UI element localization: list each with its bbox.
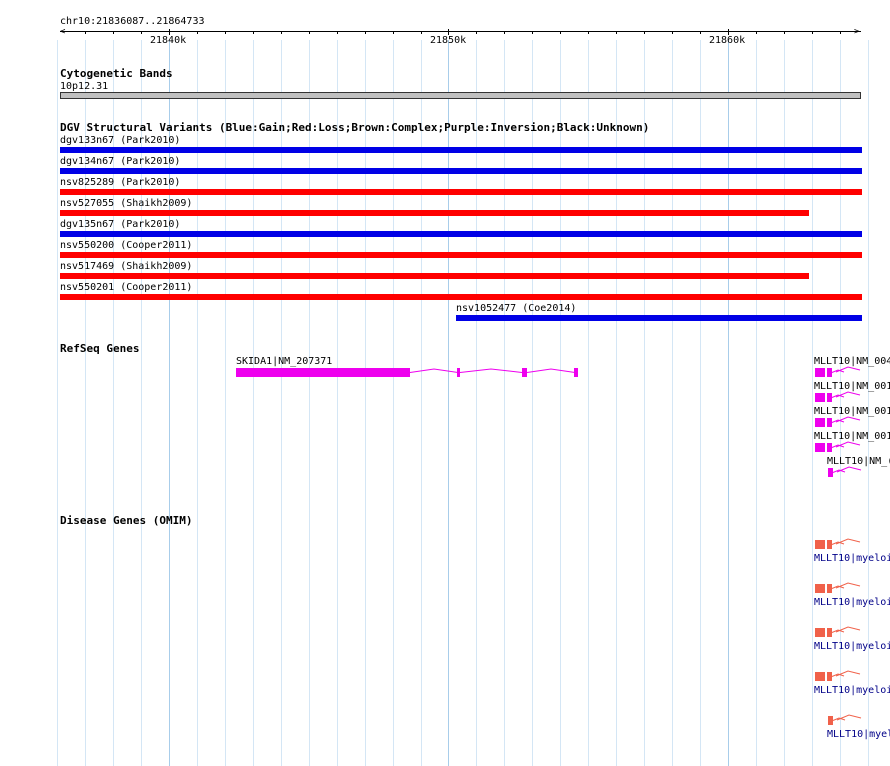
dgv-track-title[interactable]: DGV Structural Variants (Blue:Gain;Red:L… xyxy=(60,121,649,134)
gene-model-mllt10[interactable] xyxy=(814,391,864,403)
refseq-track-title[interactable]: RefSeq Genes xyxy=(60,342,139,355)
dgv-feature-bar[interactable] xyxy=(456,315,862,321)
ruler-minor-tick xyxy=(504,31,505,34)
ruler-minor-tick xyxy=(281,31,282,34)
ruler-minor-tick xyxy=(700,31,701,34)
omim-label: MLLT10|myeloi xyxy=(814,553,890,564)
gene-model-mllt10[interactable] xyxy=(814,416,864,428)
ruler-minor-tick xyxy=(616,31,617,34)
ruler-minor-tick xyxy=(309,31,310,34)
ruler-minor-tick xyxy=(253,31,254,34)
cytoband-track-title[interactable]: Cytogenetic Bands xyxy=(60,67,173,80)
dgv-feature-bar[interactable] xyxy=(60,294,862,300)
cytoband-label: 10p12.31 xyxy=(60,81,109,92)
ruler-minor-tick xyxy=(532,31,533,34)
ruler-minor-tick xyxy=(784,31,785,34)
ruler-right-arrow: > xyxy=(854,27,860,37)
omim-label: MLLT10|myel xyxy=(827,729,890,740)
omim-gene-model[interactable] xyxy=(814,670,864,682)
dgv-feature-label: nsv527055 (Shaikh2009) xyxy=(60,198,193,209)
dgv-feature-bar[interactable] xyxy=(60,273,809,279)
dgv-feature-bar[interactable] xyxy=(60,168,862,174)
dgv-feature-bar[interactable] xyxy=(60,231,862,237)
dgv-feature-bar[interactable] xyxy=(60,210,809,216)
omim-label: MLLT10|myeloi xyxy=(814,641,890,652)
dgv-feature-bar[interactable] xyxy=(60,189,862,195)
gene-model-mllt10[interactable] xyxy=(827,466,867,478)
dgv-feature-label: nsv517469 (Shaikh2009) xyxy=(60,261,193,272)
ruler-tick-label: 21850k xyxy=(430,35,467,46)
omim-label: MLLT10|myeloi xyxy=(814,685,890,696)
ruler-minor-tick xyxy=(337,31,338,34)
dgv-feature-bar[interactable] xyxy=(60,147,862,153)
ruler-range: chr10:21836087..21864733 xyxy=(60,16,205,27)
ruler-minor-tick xyxy=(141,31,142,34)
gene-model-mllt10[interactable] xyxy=(814,441,864,453)
ruler-minor-tick xyxy=(197,31,198,34)
ruler-minor-tick xyxy=(225,31,226,34)
dgv-feature-label: dgv135n67 (Park2010) xyxy=(60,219,181,230)
ruler-minor-tick xyxy=(560,31,561,34)
omim-gene-model[interactable] xyxy=(827,714,867,726)
dgv-feature-label: dgv133n67 (Park2010) xyxy=(60,135,181,146)
ruler-minor-tick xyxy=(840,31,841,34)
gene-model-mllt10[interactable] xyxy=(814,366,864,378)
ruler-minor-tick xyxy=(644,31,645,34)
omim-track-title[interactable]: Disease Genes (OMIM) xyxy=(60,514,192,527)
ruler-minor-tick xyxy=(476,31,477,34)
ruler-minor-tick xyxy=(85,31,86,34)
ruler-minor-tick xyxy=(113,31,114,34)
grid-lines xyxy=(57,40,869,766)
ruler-tick-label: 21840k xyxy=(150,35,187,46)
omim-gene-model[interactable] xyxy=(814,538,864,550)
ruler-minor-tick xyxy=(756,31,757,34)
omim-gene-model[interactable] xyxy=(814,626,864,638)
dgv-feature-label: nsv1052477 (Coe2014) xyxy=(456,303,577,314)
dgv-feature-label: nsv825289 (Park2010) xyxy=(60,177,181,188)
ruler-left-arrow: < xyxy=(60,27,66,37)
cytoband-bar[interactable] xyxy=(60,92,861,99)
ruler-minor-tick xyxy=(421,31,422,34)
dgv-feature-label: nsv550201 (Cooper2011) xyxy=(60,282,193,293)
omim-label: MLLT10|myeloi xyxy=(814,597,890,608)
ruler-minor-tick xyxy=(812,31,813,34)
ruler-minor-tick xyxy=(365,31,366,34)
ruler-minor-tick xyxy=(588,31,589,34)
dgv-feature-bar[interactable] xyxy=(60,252,862,258)
omim-gene-model[interactable] xyxy=(814,582,864,594)
gene-model-skida1[interactable] xyxy=(236,366,581,380)
ruler-tick-label: 21860k xyxy=(709,35,746,46)
dgv-feature-label: dgv134n67 (Park2010) xyxy=(60,156,181,167)
ruler-minor-tick xyxy=(672,31,673,34)
ruler-line xyxy=(60,31,861,32)
dgv-feature-label: nsv550200 (Cooper2011) xyxy=(60,240,193,251)
ruler-minor-tick xyxy=(393,31,394,34)
